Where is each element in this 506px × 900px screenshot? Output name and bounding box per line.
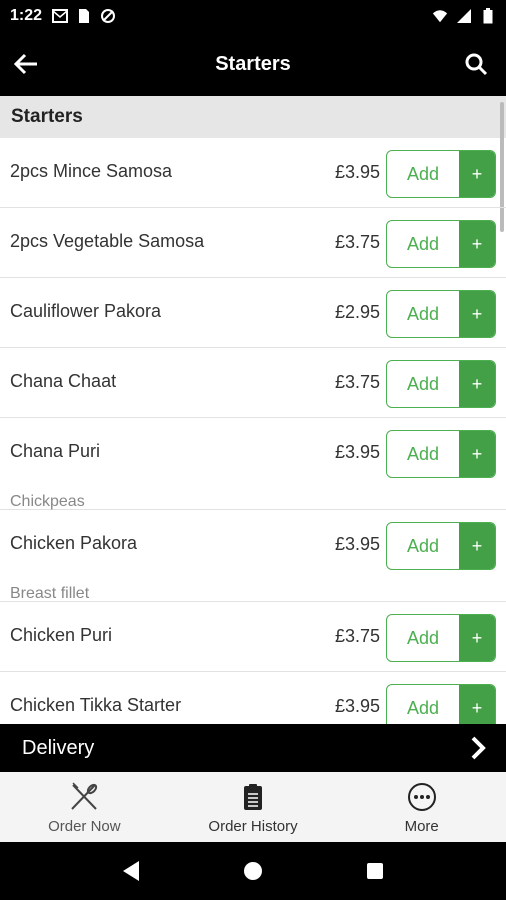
- add-label: Add: [406, 627, 440, 648]
- more-icon: [405, 780, 439, 814]
- item-name: Cauliflower Pakora: [10, 301, 162, 321]
- plus-icon[interactable]: +: [459, 151, 495, 197]
- add-label: Add: [406, 303, 440, 324]
- status-icons-right: [432, 8, 496, 24]
- nav-label: Order History: [208, 818, 298, 835]
- item-name: 2pcs Mince Samosa: [10, 161, 173, 181]
- item-name: 2pcs Vegetable Samosa: [10, 231, 205, 251]
- item-price: £3.95: [334, 442, 380, 462]
- nav-label: Order Now: [48, 818, 121, 835]
- app-bar: Starters: [0, 32, 506, 96]
- add-label: Add: [406, 697, 440, 718]
- plus-icon[interactable]: +: [459, 685, 495, 724]
- status-time: 1:22: [10, 7, 43, 24]
- nav-label: More: [404, 818, 439, 835]
- add-label: Add: [406, 443, 440, 464]
- item-name: Chicken Tikka Starter: [10, 695, 182, 715]
- list-item: Chicken Puri £3.75 Add +: [0, 602, 506, 672]
- list-item: 2pcs Vegetable Samosa £3.75 Add +: [0, 208, 506, 278]
- clipboard-icon: [236, 780, 270, 814]
- status-bar: 1:22: [0, 0, 506, 32]
- item-name: Chana Chaat: [10, 371, 117, 391]
- item-name: Chana Puri: [10, 441, 101, 461]
- plus-icon[interactable]: +: [459, 221, 495, 267]
- add-button[interactable]: Add +: [386, 220, 496, 268]
- sim-icon: [76, 8, 92, 24]
- item-price: £3.75: [334, 372, 380, 392]
- system-nav-bar: [0, 842, 506, 900]
- item-price: £3.95: [334, 162, 380, 182]
- chevron-right-icon: [464, 734, 492, 762]
- list-item: Chicken Pakora Breast fillet £3.95 Add +: [0, 510, 506, 602]
- delivery-label: Delivery: [22, 736, 95, 759]
- back-triangle-icon[interactable]: [117, 857, 145, 885]
- plus-icon[interactable]: +: [459, 431, 495, 477]
- plus-icon[interactable]: +: [459, 361, 495, 407]
- list-item: 2pcs Mince Samosa £3.95 Add +: [0, 138, 506, 208]
- recents-square-icon[interactable]: [361, 857, 389, 885]
- signal-icon: [456, 8, 472, 24]
- bottom-nav: Order Now Order History More: [0, 772, 506, 842]
- search-icon[interactable]: [460, 48, 492, 80]
- item-name: Chicken Puri: [10, 625, 113, 645]
- item-price: £3.95: [334, 534, 380, 554]
- section-header: Starters: [0, 96, 506, 138]
- menu-list[interactable]: Starters 2pcs Mince Samosa £3.95 Add + 2…: [0, 96, 506, 724]
- list-item: Chana Puri Chickpeas £3.95 Add +: [0, 418, 506, 510]
- nav-order-now[interactable]: Order Now: [0, 772, 169, 842]
- wifi-icon: [432, 8, 448, 24]
- item-description: Breast fillet: [10, 585, 90, 602]
- add-button[interactable]: Add +: [386, 360, 496, 408]
- mail-icon: [52, 8, 69, 24]
- sync-icon: [100, 8, 116, 24]
- add-button[interactable]: Add +: [386, 150, 496, 198]
- add-label: Add: [406, 163, 440, 184]
- item-price: £3.75: [334, 232, 380, 252]
- item-price: £3.75: [334, 626, 380, 646]
- nav-order-history[interactable]: Order History: [169, 772, 338, 842]
- battery-icon: [480, 8, 496, 24]
- add-button[interactable]: Add +: [386, 430, 496, 478]
- list-item: Chana Chaat £3.75 Add +: [0, 348, 506, 418]
- add-label: Add: [406, 535, 440, 556]
- nav-more[interactable]: More: [337, 772, 506, 842]
- plus-icon[interactable]: +: [459, 615, 495, 661]
- item-name: Chicken Pakora: [10, 533, 138, 553]
- item-price: £2.95: [334, 302, 380, 322]
- add-button[interactable]: Add +: [386, 684, 496, 724]
- page-title: Starters: [215, 52, 291, 75]
- add-label: Add: [406, 373, 440, 394]
- arrow-back-icon[interactable]: [10, 48, 42, 80]
- fork-knife-icon: [67, 780, 101, 814]
- delivery-bar[interactable]: Delivery: [0, 724, 506, 772]
- add-label: Add: [406, 233, 440, 254]
- plus-icon[interactable]: +: [459, 291, 495, 337]
- list-item: Chicken Tikka Starter £3.95 Add +: [0, 672, 506, 724]
- item-description: Chickpeas: [10, 493, 85, 510]
- home-circle-icon[interactable]: [239, 857, 267, 885]
- list-item: Cauliflower Pakora £2.95 Add +: [0, 278, 506, 348]
- status-icons-left: [52, 8, 116, 24]
- add-button[interactable]: Add +: [386, 290, 496, 338]
- add-button[interactable]: Add +: [386, 522, 496, 570]
- add-button[interactable]: Add +: [386, 614, 496, 662]
- item-price: £3.95: [334, 696, 380, 716]
- plus-icon[interactable]: +: [459, 523, 495, 569]
